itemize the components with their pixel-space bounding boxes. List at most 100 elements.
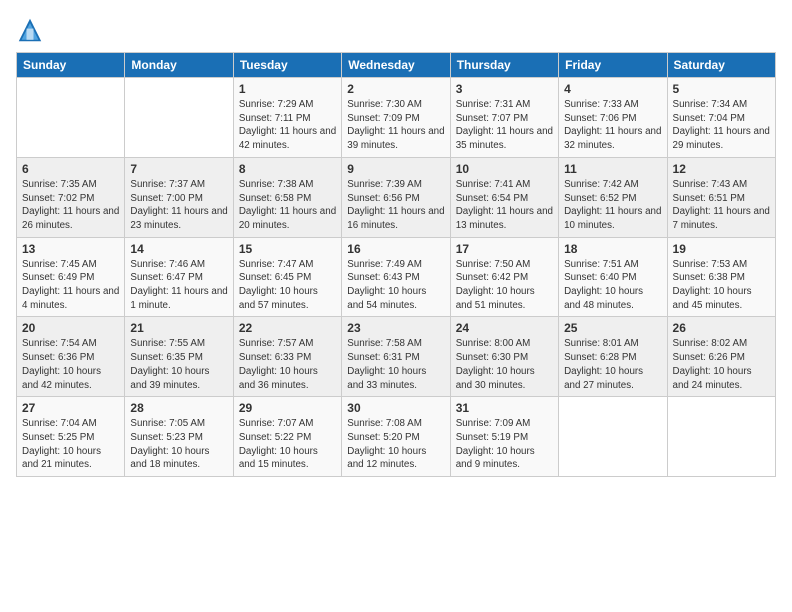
day-number: 11 xyxy=(564,162,661,176)
day-info: Sunrise: 7:33 AM Sunset: 7:06 PM Dayligh… xyxy=(564,98,661,153)
calendar-cell: 5Sunrise: 7:34 AM Sunset: 7:04 PM Daylig… xyxy=(667,78,775,158)
day-info: Sunrise: 7:38 AM Sunset: 6:58 PM Dayligh… xyxy=(239,178,336,233)
day-info: Sunrise: 7:39 AM Sunset: 6:56 PM Dayligh… xyxy=(347,178,444,233)
day-info: Sunrise: 7:47 AM Sunset: 6:45 PM Dayligh… xyxy=(239,258,336,313)
day-info: Sunrise: 7:29 AM Sunset: 7:11 PM Dayligh… xyxy=(239,98,336,153)
weekday-header-row: SundayMondayTuesdayWednesdayThursdayFrid… xyxy=(17,53,776,78)
weekday-header-thursday: Thursday xyxy=(450,53,558,78)
weekday-header-sunday: Sunday xyxy=(17,53,125,78)
calendar-cell xyxy=(17,78,125,158)
calendar-cell: 11Sunrise: 7:42 AM Sunset: 6:52 PM Dayli… xyxy=(559,157,667,237)
day-number: 8 xyxy=(239,162,336,176)
day-info: Sunrise: 8:01 AM Sunset: 6:28 PM Dayligh… xyxy=(564,337,661,392)
day-number: 29 xyxy=(239,401,336,415)
day-info: Sunrise: 7:54 AM Sunset: 6:36 PM Dayligh… xyxy=(22,337,119,392)
calendar-body: 1 Sunrise: 7:29 AM Sunset: 7:11 PM Daylig… xyxy=(17,78,776,477)
day-number: 19 xyxy=(673,242,770,256)
calendar-cell: 13Sunrise: 7:45 AM Sunset: 6:49 PM Dayli… xyxy=(17,237,125,317)
day-number: 26 xyxy=(673,321,770,335)
calendar-cell: 17Sunrise: 7:50 AM Sunset: 6:42 PM Dayli… xyxy=(450,237,558,317)
day-number: 21 xyxy=(130,321,227,335)
calendar-cell: 2 Sunrise: 7:30 AM Sunset: 7:09 PM Daylig… xyxy=(342,78,450,158)
day-info: Sunrise: 7:43 AM Sunset: 6:51 PM Dayligh… xyxy=(673,178,770,233)
day-info: Sunrise: 7:04 AM Sunset: 5:25 PM Dayligh… xyxy=(22,417,119,472)
day-number: 2 xyxy=(347,82,444,96)
day-info: Sunrise: 7:37 AM Sunset: 7:00 PM Dayligh… xyxy=(130,178,227,233)
day-number: 9 xyxy=(347,162,444,176)
calendar-cell: 26 Sunrise: 8:02 AM Sunset: 6:26 PM Dayli… xyxy=(667,317,775,397)
day-number: 1 xyxy=(239,82,336,96)
day-info: Sunrise: 7:09 AM Sunset: 5:19 PM Dayligh… xyxy=(456,417,553,472)
calendar-cell: 6 Sunrise: 7:35 AM Sunset: 7:02 PM Daylig… xyxy=(17,157,125,237)
calendar-cell: 29 Sunrise: 7:07 AM Sunset: 5:22 PM Dayli… xyxy=(233,397,341,477)
calendar-cell: 23 Sunrise: 7:58 AM Sunset: 6:31 PM Dayli… xyxy=(342,317,450,397)
day-info: Sunrise: 7:05 AM Sunset: 5:23 PM Dayligh… xyxy=(130,417,227,472)
day-number: 7 xyxy=(130,162,227,176)
day-number: 13 xyxy=(22,242,119,256)
day-info: Sunrise: 7:31 AM Sunset: 7:07 PM Dayligh… xyxy=(456,98,553,153)
calendar-cell: 25 Sunrise: 8:01 AM Sunset: 6:28 PM Dayli… xyxy=(559,317,667,397)
day-info: Sunrise: 7:50 AM Sunset: 6:42 PM Dayligh… xyxy=(456,258,553,313)
day-number: 16 xyxy=(347,242,444,256)
weekday-header-friday: Friday xyxy=(559,53,667,78)
calendar-cell: 31 Sunrise: 7:09 AM Sunset: 5:19 PM Dayli… xyxy=(450,397,558,477)
calendar-cell: 1 Sunrise: 7:29 AM Sunset: 7:11 PM Daylig… xyxy=(233,78,341,158)
day-info: Sunrise: 7:07 AM Sunset: 5:22 PM Dayligh… xyxy=(239,417,336,472)
day-info: Sunrise: 8:00 AM Sunset: 6:30 PM Dayligh… xyxy=(456,337,553,392)
day-info: Sunrise: 7:35 AM Sunset: 7:02 PM Dayligh… xyxy=(22,178,119,233)
calendar-cell: 7 Sunrise: 7:37 AM Sunset: 7:00 PM Daylig… xyxy=(125,157,233,237)
day-number: 6 xyxy=(22,162,119,176)
calendar-cell: 24 Sunrise: 8:00 AM Sunset: 6:30 PM Dayli… xyxy=(450,317,558,397)
calendar-cell: 28Sunrise: 7:05 AM Sunset: 5:23 PM Dayli… xyxy=(125,397,233,477)
calendar-cell: 18 Sunrise: 7:51 AM Sunset: 6:40 PM Dayli… xyxy=(559,237,667,317)
day-info: Sunrise: 8:02 AM Sunset: 6:26 PM Dayligh… xyxy=(673,337,770,392)
day-number: 22 xyxy=(239,321,336,335)
day-number: 27 xyxy=(22,401,119,415)
calendar-cell xyxy=(125,78,233,158)
day-number: 31 xyxy=(456,401,553,415)
calendar-header: SundayMondayTuesdayWednesdayThursdayFrid… xyxy=(17,53,776,78)
day-number: 23 xyxy=(347,321,444,335)
day-number: 24 xyxy=(456,321,553,335)
day-number: 3 xyxy=(456,82,553,96)
calendar-cell: 12 Sunrise: 7:43 AM Sunset: 6:51 PM Dayli… xyxy=(667,157,775,237)
calendar-week-3: 13Sunrise: 7:45 AM Sunset: 6:49 PM Dayli… xyxy=(17,237,776,317)
day-number: 12 xyxy=(673,162,770,176)
day-info: Sunrise: 7:53 AM Sunset: 6:38 PM Dayligh… xyxy=(673,258,770,313)
day-info: Sunrise: 7:46 AM Sunset: 6:47 PM Dayligh… xyxy=(130,258,227,313)
day-number: 25 xyxy=(564,321,661,335)
day-info: Sunrise: 7:08 AM Sunset: 5:20 PM Dayligh… xyxy=(347,417,444,472)
day-info: Sunrise: 7:58 AM Sunset: 6:31 PM Dayligh… xyxy=(347,337,444,392)
day-number: 10 xyxy=(456,162,553,176)
calendar-week-4: 20Sunrise: 7:54 AM Sunset: 6:36 PM Dayli… xyxy=(17,317,776,397)
day-number: 15 xyxy=(239,242,336,256)
calendar-cell: 10 Sunrise: 7:41 AM Sunset: 6:54 PM Dayli… xyxy=(450,157,558,237)
day-info: Sunrise: 7:51 AM Sunset: 6:40 PM Dayligh… xyxy=(564,258,661,313)
day-info: Sunrise: 7:41 AM Sunset: 6:54 PM Dayligh… xyxy=(456,178,553,233)
calendar-cell: 8 Sunrise: 7:38 AM Sunset: 6:58 PM Daylig… xyxy=(233,157,341,237)
day-number: 4 xyxy=(564,82,661,96)
calendar-cell: 4 Sunrise: 7:33 AM Sunset: 7:06 PM Daylig… xyxy=(559,78,667,158)
calendar-cell: 30 Sunrise: 7:08 AM Sunset: 5:20 PM Dayli… xyxy=(342,397,450,477)
logo-icon xyxy=(16,16,44,44)
calendar-cell: 27 Sunrise: 7:04 AM Sunset: 5:25 PM Dayli… xyxy=(17,397,125,477)
calendar-cell: 15 Sunrise: 7:47 AM Sunset: 6:45 PM Dayli… xyxy=(233,237,341,317)
logo xyxy=(16,16,48,44)
calendar-cell: 9 Sunrise: 7:39 AM Sunset: 6:56 PM Daylig… xyxy=(342,157,450,237)
day-info: Sunrise: 7:49 AM Sunset: 6:43 PM Dayligh… xyxy=(347,258,444,313)
day-number: 18 xyxy=(564,242,661,256)
day-number: 30 xyxy=(347,401,444,415)
calendar-table: SundayMondayTuesdayWednesdayThursdayFrid… xyxy=(16,52,776,477)
calendar-week-5: 27 Sunrise: 7:04 AM Sunset: 5:25 PM Dayli… xyxy=(17,397,776,477)
day-info: Sunrise: 7:30 AM Sunset: 7:09 PM Dayligh… xyxy=(347,98,444,153)
calendar-cell: 3 Sunrise: 7:31 AM Sunset: 7:07 PM Daylig… xyxy=(450,78,558,158)
weekday-header-wednesday: Wednesday xyxy=(342,53,450,78)
page-header xyxy=(16,16,776,44)
day-info: Sunrise: 7:57 AM Sunset: 6:33 PM Dayligh… xyxy=(239,337,336,392)
calendar-cell: 14Sunrise: 7:46 AM Sunset: 6:47 PM Dayli… xyxy=(125,237,233,317)
day-info: Sunrise: 7:55 AM Sunset: 6:35 PM Dayligh… xyxy=(130,337,227,392)
calendar-cell: 16 Sunrise: 7:49 AM Sunset: 6:43 PM Dayli… xyxy=(342,237,450,317)
weekday-header-tuesday: Tuesday xyxy=(233,53,341,78)
day-info: Sunrise: 7:34 AM Sunset: 7:04 PM Dayligh… xyxy=(673,98,770,153)
calendar-cell: 22 Sunrise: 7:57 AM Sunset: 6:33 PM Dayli… xyxy=(233,317,341,397)
